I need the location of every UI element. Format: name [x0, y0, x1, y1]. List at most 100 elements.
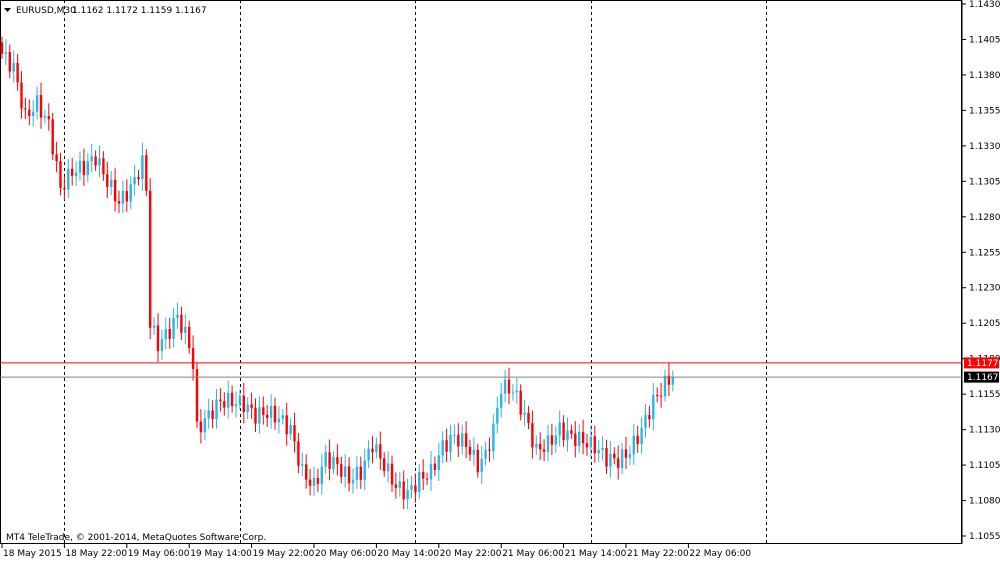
candle-body — [43, 116, 47, 118]
candle-body — [617, 458, 620, 469]
candle-body — [63, 187, 66, 190]
candle-body — [503, 379, 507, 394]
candle-body — [106, 174, 109, 188]
x-tick-label: 19 May 22:00 — [253, 549, 315, 559]
bid-price-text: 1.1167 — [967, 373, 999, 383]
candle-body — [258, 407, 261, 424]
candle-body — [624, 449, 628, 458]
candle-body — [351, 479, 355, 484]
candle-body — [418, 471, 421, 493]
candle-body — [659, 395, 663, 397]
candle-body — [207, 410, 210, 419]
candle-body — [164, 328, 167, 340]
y-tick-label: 1.1105 — [969, 461, 1000, 471]
candle-body — [671, 377, 674, 385]
candle-body — [110, 179, 113, 188]
candle-body — [129, 184, 132, 202]
candle-body — [102, 158, 105, 175]
candle-body — [480, 458, 483, 473]
candle-body — [246, 404, 249, 413]
candle-body — [156, 325, 160, 352]
y-tick-label: 1.1355 — [969, 106, 1000, 116]
candle-body — [429, 463, 433, 480]
candle-body — [215, 399, 218, 420]
candle-body — [379, 444, 382, 459]
y-tick-label: 1.1230 — [969, 284, 1000, 294]
candle-body — [410, 485, 413, 490]
candle-body — [168, 328, 171, 339]
candle-body — [585, 443, 589, 448]
candle-body — [663, 375, 667, 397]
candle-body — [266, 414, 269, 418]
candle-body — [262, 407, 265, 415]
candle-body — [593, 436, 596, 454]
candle-body — [8, 52, 11, 72]
candle-body — [277, 418, 281, 423]
candle-body — [578, 431, 581, 447]
candle-body — [308, 479, 312, 486]
candle-body — [546, 435, 550, 452]
candle-body — [199, 421, 203, 433]
candle-body — [328, 452, 331, 469]
y-tick-label: 1.1080 — [969, 497, 1000, 507]
x-tick-label: 18 May 22:00 — [65, 549, 127, 559]
candle-body — [371, 448, 374, 453]
candle-body — [145, 155, 148, 191]
candle-body — [437, 455, 440, 470]
candle-body — [457, 434, 460, 447]
candle-body — [74, 172, 78, 176]
candle-body — [125, 190, 128, 202]
candle-body — [55, 154, 58, 162]
candle-body — [4, 52, 8, 54]
price-chart[interactable]: 1.1430 1.1405 1.1380 1.1355 1.1330 1.1305 1.12… — [0, 0, 1000, 561]
candle-body — [406, 489, 409, 500]
candle-body — [250, 404, 253, 408]
chart-header: EURUSD,M30 1.1162 1.1172 1.1159 1.1167 — [4, 6, 207, 16]
candle-body — [402, 481, 405, 500]
candle-body — [269, 405, 273, 418]
candle-body — [301, 464, 304, 466]
candle-body — [566, 430, 569, 441]
candle-body — [242, 395, 245, 413]
candle-body — [332, 457, 335, 469]
candle-body — [24, 108, 27, 110]
candle-body — [449, 435, 452, 452]
bid-price-label: 1.1167 — [964, 371, 999, 383]
y-axis: 1.1430 1.1405 1.1380 1.1355 1.1330 1.1305 1.12… — [962, 0, 1000, 542]
candle-body — [628, 454, 632, 458]
candle-body — [20, 82, 23, 109]
candle-body — [219, 399, 222, 402]
candle-body — [562, 422, 565, 441]
candle-body — [500, 393, 503, 408]
candle-body — [227, 392, 230, 408]
candle-body — [386, 463, 390, 472]
x-tick-label: 22 May 06:00 — [689, 549, 751, 559]
candle-body — [589, 436, 593, 448]
candle-body — [558, 422, 561, 436]
x-tick-label: 20 May 14:00 — [377, 549, 439, 559]
candle-body — [425, 478, 429, 480]
y-tick-label: 1.1380 — [969, 71, 1000, 81]
y-tick-label: 1.1330 — [969, 142, 1000, 152]
candle-body — [98, 158, 101, 166]
candle-body — [640, 427, 643, 445]
candle-body — [644, 415, 647, 428]
candle-body — [32, 111, 35, 117]
candle-body — [597, 450, 600, 454]
y-tick-label: 1.1405 — [969, 35, 1000, 45]
copyright-text: MT4 TeleTrade, © 2001-2014, MetaQuotes S… — [6, 533, 266, 543]
candle-body — [414, 485, 417, 493]
candle-body — [632, 435, 635, 455]
candle-body — [519, 390, 522, 415]
candle-body — [90, 156, 93, 162]
candle-body — [59, 161, 62, 188]
candle-body — [492, 423, 495, 451]
candle-body — [363, 460, 366, 480]
candle-body — [652, 394, 655, 420]
x-tick-label: 21 May 22:00 — [627, 549, 689, 559]
candle-body — [188, 326, 191, 349]
candle-body — [636, 435, 639, 445]
candle-body — [581, 431, 585, 444]
candle-body — [542, 449, 546, 452]
x-tick-label: 21 May 06:00 — [502, 549, 564, 559]
